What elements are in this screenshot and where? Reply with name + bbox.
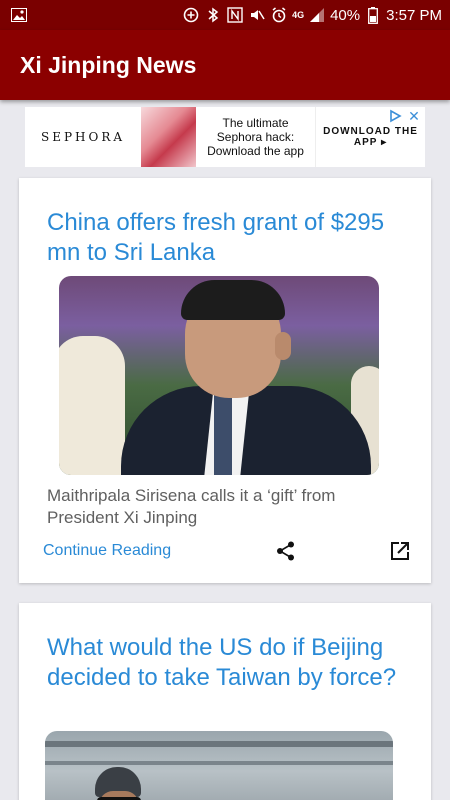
article-photo[interactable]: [59, 276, 379, 475]
app-bar: Xi Jinping News: [0, 30, 450, 100]
continue-reading-link[interactable]: Continue Reading: [43, 542, 171, 560]
article-photo[interactable]: [45, 731, 393, 800]
bluetooth-icon: [204, 6, 222, 24]
ad-product-image: [141, 107, 196, 167]
ad-banner[interactable]: SEPHORA The ultimate Sephora hack: Downl…: [25, 107, 425, 167]
ad-text: The ultimate Sephora hack: Download the …: [207, 116, 304, 158]
battery-percent: 40%: [330, 6, 361, 24]
article-summary: Maithripala Sirisena calls it a ‘gift’ f…: [47, 486, 336, 527]
article-actions: Continue Reading: [43, 538, 413, 564]
article-headline[interactable]: China offers fresh grant of $295 mn to S…: [19, 208, 431, 268]
mute-icon: [248, 6, 266, 24]
ad-close-icon[interactable]: ✕: [406, 108, 422, 124]
nfc-icon: [226, 6, 244, 24]
status-bar: 4G 40% 3:57 PM: [0, 0, 450, 30]
data-saver-icon: [182, 6, 200, 24]
app-title: Xi Jinping News: [20, 51, 197, 78]
battery-icon: [364, 6, 382, 24]
article-card[interactable]: What would the US do if Beijing decided …: [19, 603, 431, 800]
article-headline[interactable]: What would the US do if Beijing decided …: [19, 633, 431, 693]
adchoices-icon[interactable]: [387, 108, 403, 124]
signal-icon: [308, 6, 326, 24]
alarm-icon: [270, 6, 288, 24]
share-icon[interactable]: [275, 540, 297, 562]
network-type-label: 4G: [292, 9, 305, 20]
article-card[interactable]: China offers fresh grant of $295 mn to S…: [19, 178, 431, 583]
gallery-notification-icon: [10, 6, 28, 24]
clock-time: 3:57 PM: [386, 6, 442, 24]
open-in-browser-icon[interactable]: [389, 540, 411, 562]
ad-brand-logo: SEPHORA: [40, 130, 126, 144]
